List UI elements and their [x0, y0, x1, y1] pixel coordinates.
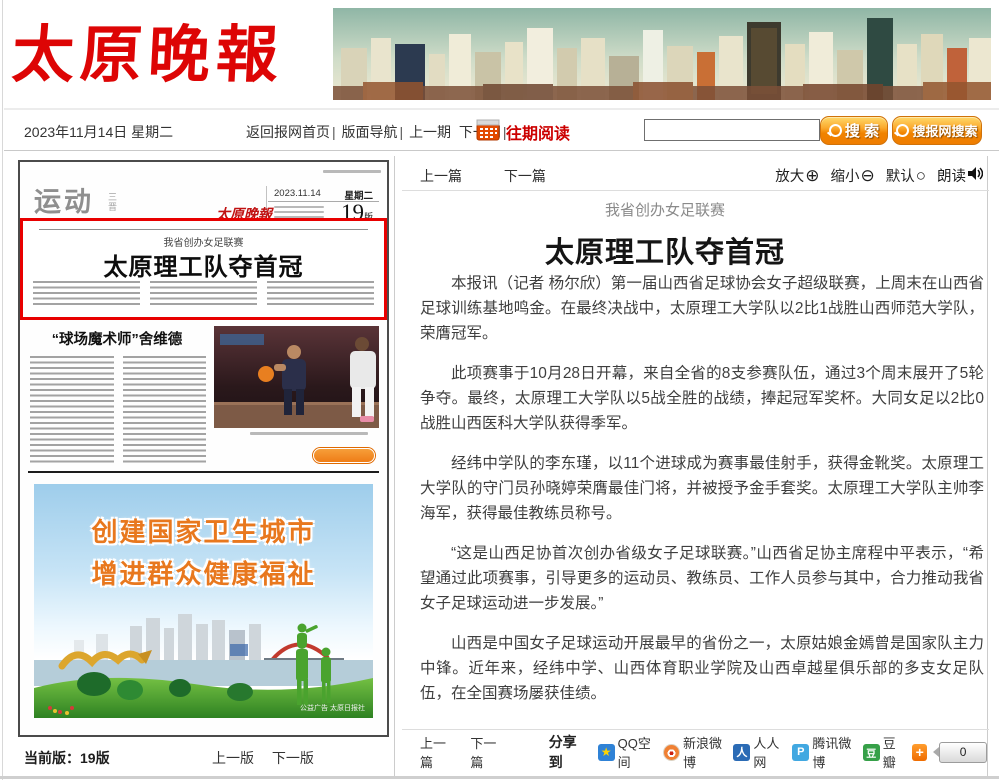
article-kicker: 我省创办女足联赛 — [400, 199, 930, 220]
ad-slogan-line1: 创建国家卫生城市 — [34, 512, 373, 549]
thumb-hotline-text — [323, 170, 381, 173]
current-page-label: 当前版：19版 — [24, 748, 110, 768]
share-count[interactable]: 0 — [939, 742, 987, 763]
article-paragraph: 此项赛事于10月28日开幕，来自全省的8支参赛队伍，通过3个周末展开了5轮争夺。… — [420, 361, 984, 436]
magnifier-icon — [829, 124, 842, 137]
zoom-in-control[interactable]: 放大 ⊕ — [775, 165, 819, 186]
more-share-button[interactable]: + — [912, 744, 927, 761]
article-paragraph: 山西是中国女子足球运动开展最早的省份之一，太原姑娘金嫣曾是国家队主力中锋。近年来… — [420, 631, 984, 706]
article-paragraph: 经纬中学队的李东瑾，以11个进球成为赛事最佳射手，获得金靴奖。太原理工大学队的守… — [420, 451, 984, 526]
next-article-link[interactable]: 下一篇 — [504, 168, 546, 184]
zoom-out-icon: ⊖ — [860, 168, 874, 183]
share-tencent-weibo[interactable]: P 腾讯微博 — [792, 733, 855, 771]
public-service-ad: 创建国家卫生城市 增进群众健康福祉 — [34, 484, 373, 718]
default-size-label: 默认 — [886, 165, 915, 186]
ad-slogan-line2: 增进群众健康福祉 — [34, 554, 373, 591]
next-page-link[interactable]: 下一版 — [272, 750, 314, 766]
article-footer-divider — [402, 729, 989, 730]
thumb-editors-text — [274, 206, 324, 218]
prev-article-link-bottom[interactable]: 上一篇 — [420, 733, 454, 771]
read-aloud-control[interactable]: 朗读 — [937, 165, 983, 186]
read-aloud-label: 朗读 — [937, 165, 966, 186]
article-paragraph: 本报讯（记者 杨尔欣）第一届山西省足球协会女子超级联赛，上周末在山西省足球训练基… — [420, 271, 984, 346]
thumb-second-body-text — [30, 356, 206, 466]
ad-credit: 公益广告 太原日报社 — [300, 703, 365, 713]
douban-icon: 豆 — [863, 744, 880, 761]
zoom-in-icon: ⊕ — [805, 168, 819, 183]
skyline-photo — [333, 8, 991, 100]
article-header-divider — [402, 190, 989, 191]
thumb-section-title: 运动 — [34, 180, 94, 219]
prev-page-link[interactable]: 上一版 — [212, 750, 254, 766]
link-separator: | — [330, 124, 338, 140]
link-page-nav[interactable]: 版面导航 — [342, 124, 398, 140]
right-edge-divider — [987, 156, 988, 776]
ad-scenery-illustration — [34, 604, 373, 718]
share-renren-label: 人人网 — [753, 733, 785, 771]
next-article-link-bottom[interactable]: 下一篇 — [470, 733, 504, 771]
search-button-label: 搜 索 — [845, 120, 879, 141]
thumb-lead-title: 太原理工队夺首冠 — [23, 247, 384, 282]
share-sina-weibo-label: 新浪微博 — [683, 733, 726, 771]
thumb-bottom-rule — [28, 471, 379, 473]
toolbar-links: 返回报网首页| 版面导航| 上一期 下一期| — [246, 122, 508, 142]
renren-icon: 人 — [733, 744, 750, 761]
article-body: 本报讯（记者 杨尔欣）第一届山西省足球协会女子超级联赛，上周末在山西省足球训练基… — [420, 271, 984, 721]
qzone-icon: ★ — [598, 744, 615, 761]
share-label: 分享到 — [549, 732, 586, 772]
thumb-date: 2023.11.14 — [274, 188, 321, 199]
calendar-icon[interactable] — [476, 118, 500, 141]
share-tencent-weibo-label: 腾讯微博 — [812, 733, 855, 771]
thumb-lead-body-text — [33, 281, 374, 308]
page-navigation: 上一版 下一版 — [212, 748, 328, 768]
zoom-out-control[interactable]: 缩小 ⊖ — [830, 165, 874, 186]
page-thumbnail[interactable]: 运动 三晋 2023.11.14 星期二 太原晚報 19版 我省创办女足联赛 太… — [18, 160, 389, 737]
article-title: 太原理工队夺首冠 — [400, 229, 930, 271]
left-edge-line — [2, 0, 3, 780]
link-separator: | — [398, 124, 406, 140]
site-search-button-label: 搜报网搜索 — [912, 121, 977, 140]
issue-date-label: 2023年11月14日 星期二 — [24, 122, 173, 142]
share-renren[interactable]: 人 人人网 — [733, 733, 785, 771]
prev-article-link[interactable]: 上一篇 — [420, 168, 462, 184]
speaker-icon — [967, 166, 983, 185]
site-search-button[interactable]: 搜报网搜索 — [892, 116, 982, 145]
link-prev-issue[interactable]: 上一期 — [409, 124, 451, 140]
share-douban[interactable]: 豆 豆瓣 — [863, 733, 904, 771]
sina-weibo-icon — [663, 744, 680, 761]
article-header: 我省创办女足联赛 太原理工队夺首冠 — [400, 199, 930, 271]
thumb-section-subtitle: 三晋 — [106, 192, 119, 212]
thumb-article-rule — [39, 229, 368, 230]
article-paragraph: “这是山西足协首次创办省级女子足球联赛。”山西省足协主席程中平表示，“希望通过此… — [420, 541, 984, 616]
thumb-photo-caption — [250, 432, 368, 435]
article-top-nav: 上一篇 下一篇 — [420, 166, 584, 186]
default-size-control[interactable]: 默认 ○ — [886, 165, 926, 186]
search-button[interactable]: 搜 索 — [820, 116, 888, 145]
magnifier-icon — [896, 124, 909, 137]
default-size-icon: ○ — [916, 168, 926, 183]
highlight-box[interactable]: 我省创办女足联赛 太原理工队夺首冠 — [20, 218, 387, 320]
view-controls: 放大 ⊕ 缩小 ⊖ 默认 ○ 朗读 — [775, 165, 983, 186]
panel-divider — [394, 156, 395, 776]
share-douban-label: 豆瓣 — [883, 733, 904, 771]
zoom-in-label: 放大 — [775, 165, 804, 186]
thumb-column-badge — [313, 448, 375, 463]
share-bar: 上一篇 下一篇 分享到 ★ QQ空间 新浪微博 人 人人网 P 腾讯微博 豆 豆… — [420, 740, 987, 764]
page-bottom-line — [0, 776, 999, 779]
share-sina-weibo[interactable]: 新浪微博 — [663, 733, 726, 771]
archive-link[interactable]: 往期阅读 — [506, 120, 570, 144]
basketball-photo — [214, 326, 379, 428]
link-home[interactable]: 返回报网首页 — [246, 124, 330, 140]
search-input[interactable] — [644, 119, 820, 141]
tencent-weibo-icon: P — [792, 744, 809, 761]
thumb-second-article: “球场魔术师”舍维德 — [28, 324, 379, 476]
epaper-page: 太原晚報 — [0, 0, 999, 780]
masthead-logo: 太原晚報 — [12, 16, 322, 96]
toolbar: 2023年11月14日 星期二 返回报网首页| 版面导航| 上一期 下一期| 往… — [4, 108, 999, 151]
zoom-out-label: 缩小 — [830, 165, 859, 186]
share-qzone[interactable]: ★ QQ空间 — [598, 733, 656, 771]
thumb-second-title: “球场魔术师”舍维德 — [28, 328, 206, 349]
masthead-title: 太原晚報 — [10, 16, 324, 96]
share-qzone-label: QQ空间 — [618, 733, 656, 771]
